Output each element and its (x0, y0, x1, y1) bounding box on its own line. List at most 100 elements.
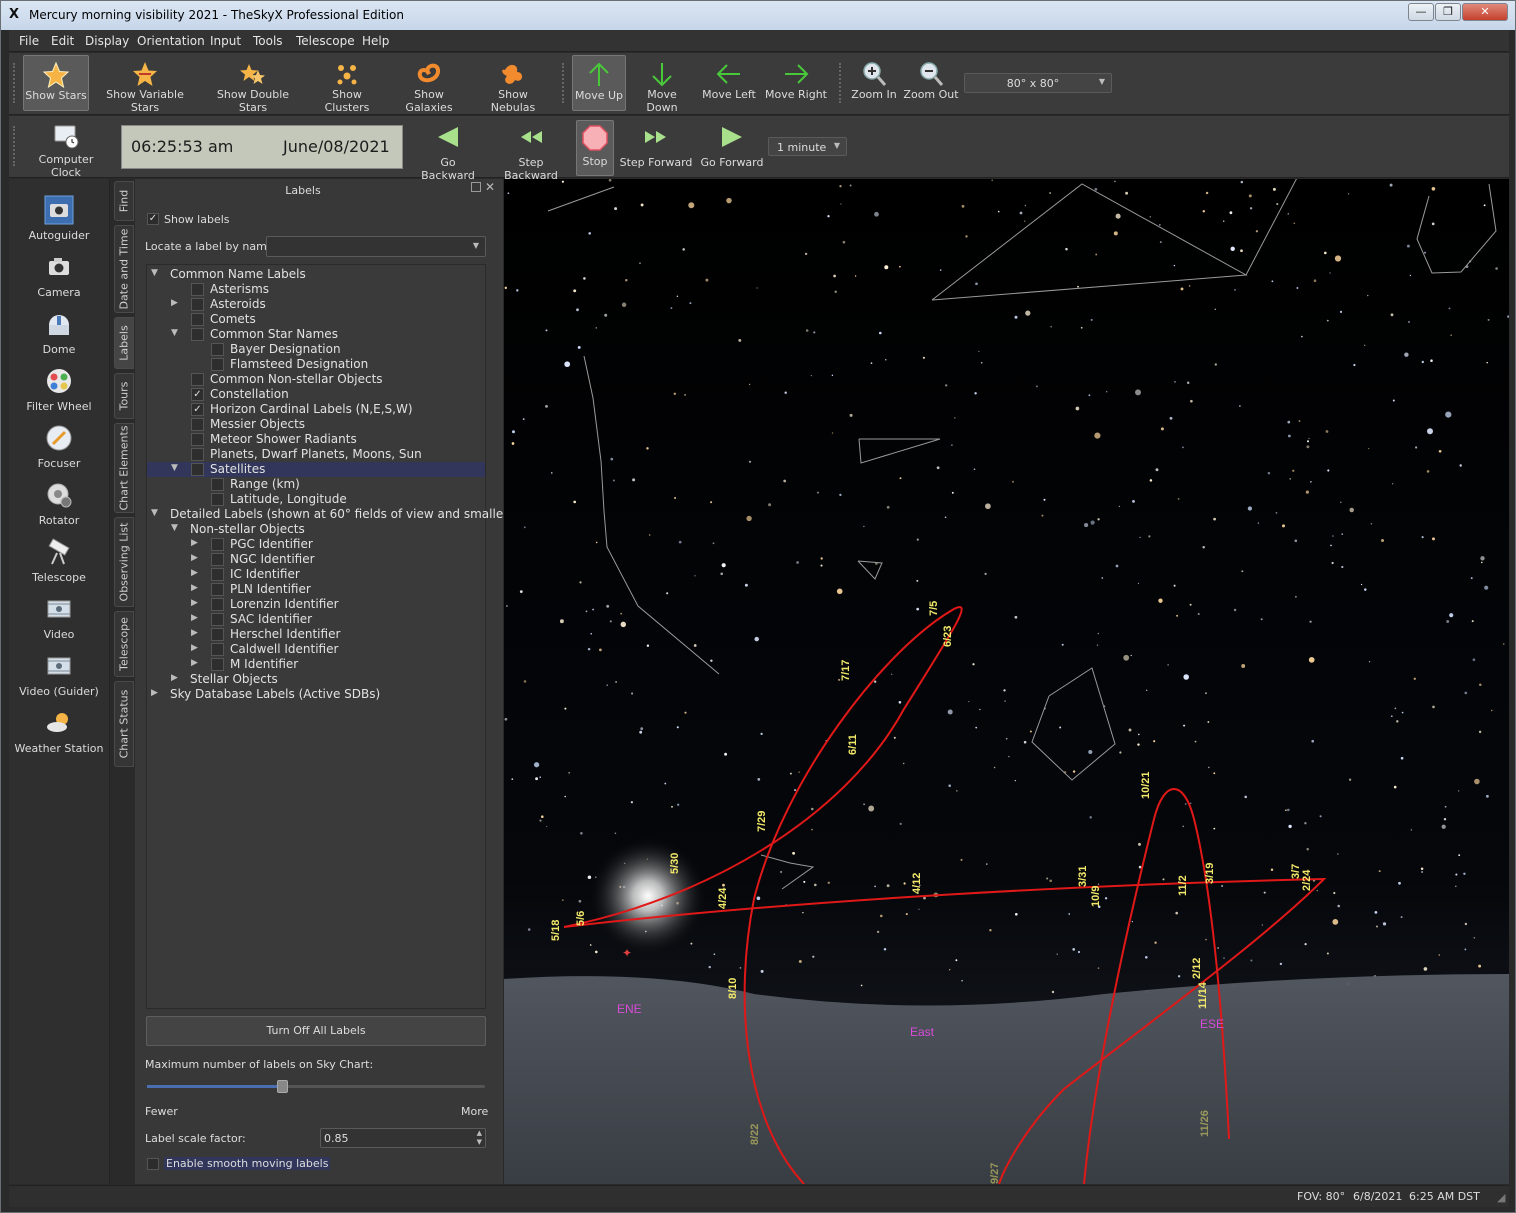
resize-grip-icon[interactable]: ◢ (1497, 1191, 1505, 1204)
chevron-right-icon[interactable]: ▶ (191, 568, 198, 578)
mercury-marker-icon[interactable]: ✦ (622, 946, 632, 960)
slider-handle[interactable] (277, 1080, 289, 1093)
tab-date-and-time[interactable]: Date and Time (114, 225, 134, 313)
tree-item[interactable]: ▶ Caldwell Identifier (147, 642, 485, 657)
toolbar-grip[interactable] (839, 63, 843, 103)
label-scale-spinbox[interactable]: 0.85 ▲ ▼ (320, 1128, 486, 1148)
smooth-labels-checkbox[interactable] (147, 1158, 159, 1170)
menu-file[interactable]: File (19, 34, 39, 48)
tree-item[interactable]: Common Non-stellar Objects (147, 372, 485, 387)
max-labels-slider[interactable] (147, 1080, 485, 1093)
tree-item[interactable]: Latitude, Longitude (147, 492, 485, 507)
toolbar-grip[interactable] (13, 126, 17, 166)
menu-help[interactable]: Help (362, 34, 389, 48)
zoom-out-button[interactable]: Zoom Out (903, 55, 959, 111)
chevron-right-icon[interactable]: ▶ (191, 613, 198, 623)
show-double-stars-button[interactable]: Show Double Stars (203, 55, 303, 114)
show-nebulas-button[interactable]: Show Nebulas (475, 55, 551, 114)
tree-item-checkbox[interactable] (211, 478, 224, 491)
tree-item-checkbox[interactable] (211, 628, 224, 641)
toolbar-grip[interactable] (562, 63, 566, 103)
tree-item[interactable]: ▶ Herschel Identifier (147, 627, 485, 642)
spinner-arrows-icon[interactable]: ▲ ▼ (477, 1129, 482, 1147)
tab-tours[interactable]: Tours (114, 373, 134, 419)
tree-item-checkbox[interactable] (211, 613, 224, 626)
show-stars-button[interactable]: Show Stars (23, 55, 89, 111)
chevron-right-icon[interactable]: ▶ (191, 583, 198, 593)
chevron-down-icon[interactable]: ▼ (171, 328, 178, 338)
chevron-down-icon[interactable]: ▼ (171, 463, 178, 473)
tree-item[interactable]: Asterisms (147, 282, 485, 297)
menu-edit[interactable]: Edit (51, 34, 74, 48)
tree-item[interactable]: ▶ Sky Database Labels (Active SDBs) (147, 687, 485, 702)
tree-item-checkbox[interactable]: ✓ (191, 403, 204, 416)
tree-item[interactable]: ▶ Lorenzin Identifier (147, 597, 485, 612)
toolbar-grip[interactable] (13, 63, 17, 103)
show-labels-checkbox[interactable]: ✓ (147, 213, 159, 225)
tab-find[interactable]: Find (114, 181, 134, 221)
tree-item-checkbox[interactable] (211, 598, 224, 611)
chevron-right-icon[interactable]: ▶ (191, 553, 198, 563)
chevron-right-icon[interactable]: ▶ (151, 688, 158, 698)
tree-item-checkbox[interactable] (191, 418, 204, 431)
chevron-right-icon[interactable]: ▶ (171, 673, 178, 683)
tree-item-checkbox[interactable] (191, 283, 204, 296)
tree-item-checkbox[interactable] (211, 358, 224, 371)
tree-item-checkbox[interactable] (211, 568, 224, 581)
move-down-button[interactable]: Move Down (631, 55, 693, 114)
stop-button[interactable]: Stop (576, 120, 614, 176)
tree-item-checkbox[interactable]: ✓ (191, 388, 204, 401)
tree-item-checkbox[interactable] (191, 313, 204, 326)
camera-button[interactable]: Camera (9, 252, 109, 299)
tree-item[interactable]: ▼ Common Name Labels (147, 267, 485, 282)
time-step-select[interactable]: 1 minute ▼ (768, 137, 847, 156)
tree-item[interactable]: Meteor Shower Radiants (147, 432, 485, 447)
tree-item[interactable]: ▼ Common Star Names (147, 327, 485, 342)
tab-chart-elements[interactable]: Chart Elements (114, 423, 134, 513)
move-right-button[interactable]: Move Right (764, 55, 828, 111)
tree-item-checkbox[interactable] (211, 538, 224, 551)
tree-item-checkbox[interactable] (211, 583, 224, 596)
show-variable-stars-button[interactable]: Show Variable Stars (95, 55, 195, 114)
close-button[interactable]: ✕ (1462, 3, 1508, 21)
chevron-down-icon[interactable]: ▼ (151, 268, 158, 278)
move-left-button[interactable]: Move Left (699, 55, 759, 111)
focuser-button[interactable]: Focuser (9, 423, 109, 470)
dome-button[interactable]: Dome (9, 309, 109, 356)
tree-item[interactable]: Bayer Designation (147, 342, 485, 357)
video-button[interactable]: Video (9, 594, 109, 641)
chevron-right-icon[interactable]: ▶ (171, 298, 178, 308)
fov-select[interactable]: 80° x 80° ▼ (964, 73, 1112, 93)
tab-chart-status[interactable]: Chart Status (114, 681, 134, 767)
date-time-display[interactable]: 06:25:53 am June/08/2021 (121, 125, 403, 169)
tab-labels[interactable]: Labels (114, 317, 134, 369)
menu-telescope[interactable]: Telescope (296, 34, 355, 48)
sky-chart[interactable]: 5/18 5/6 5/30 7/29 6/11 7/17 7/5 6/23 4/… (504, 179, 1509, 1184)
tree-item[interactable]: ✓ Constellation (147, 387, 485, 402)
telescope-button[interactable]: Telescope (9, 537, 109, 584)
tree-item[interactable]: ▼ Detailed Labels (shown at 60° fields of… (147, 507, 513, 522)
turn-off-all-labels-button[interactable]: Turn Off All Labels (146, 1016, 486, 1046)
menu-tools[interactable]: Tools (253, 34, 283, 48)
tab-telescope[interactable]: Telescope (114, 611, 134, 677)
chevron-right-icon[interactable]: ▶ (191, 598, 198, 608)
go-backward-button[interactable]: Go Backward (415, 120, 481, 182)
chevron-right-icon[interactable]: ▶ (191, 643, 198, 653)
tree-item[interactable]: Planets, Dwarf Planets, Moons, Sun (147, 447, 485, 462)
video-guider-button[interactable]: Video (Guider) (9, 651, 109, 698)
tree-item[interactable]: ✓ Horizon Cardinal Labels (N,E,S,W) (147, 402, 485, 417)
tree-item-checkbox[interactable] (191, 373, 204, 386)
tree-item[interactable]: ▼ Satellites (147, 462, 485, 477)
tree-item[interactable]: Range (km) (147, 477, 485, 492)
tree-item[interactable]: ▼ Non-stellar Objects (147, 522, 485, 537)
zoom-in-button[interactable]: Zoom In (849, 55, 899, 111)
tree-item-checkbox[interactable] (191, 463, 204, 476)
tree-item[interactable]: Messier Objects (147, 417, 485, 432)
tree-item-checkbox[interactable] (211, 553, 224, 566)
autoguider-button[interactable]: Autoguider (9, 195, 109, 242)
minimize-button[interactable]: — (1408, 3, 1434, 21)
tree-item[interactable]: Comets (147, 312, 485, 327)
float-panel-icon[interactable] (471, 182, 481, 192)
menu-display[interactable]: Display (85, 34, 129, 48)
chevron-right-icon[interactable]: ▶ (191, 658, 198, 668)
